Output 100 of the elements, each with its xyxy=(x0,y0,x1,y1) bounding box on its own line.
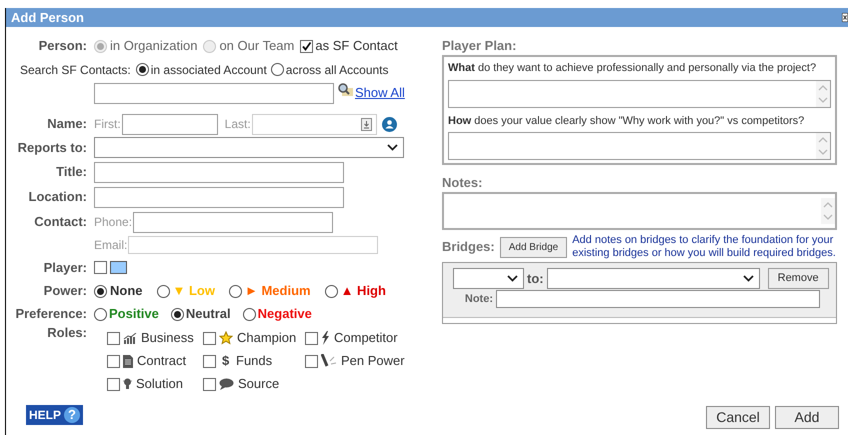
option-label: Contract xyxy=(137,352,186,370)
title-field[interactable] xyxy=(94,162,344,182)
caret-icon xyxy=(742,275,754,282)
field-label: Phone: xyxy=(94,214,132,231)
checkbox[interactable] xyxy=(94,261,107,274)
search-field[interactable] xyxy=(94,82,334,104)
scroll-arrows-icon xyxy=(816,133,830,159)
checkbox[interactable] xyxy=(305,332,318,344)
person-icon[interactable] xyxy=(382,116,397,132)
radio-button[interactable] xyxy=(324,284,338,298)
radio-button[interactable] xyxy=(156,284,170,298)
option-label: Funds xyxy=(236,352,272,370)
field-label: First: xyxy=(94,116,121,133)
speech-bubble-icon xyxy=(219,378,234,390)
radio-button[interactable] xyxy=(94,308,107,320)
dropdown[interactable] xyxy=(546,268,760,289)
option-label: Pen Power xyxy=(341,352,405,370)
checkbox[interactable] xyxy=(107,354,120,368)
dialog-button[interactable]: Add xyxy=(775,406,839,429)
caret-icon xyxy=(507,275,518,282)
field-label: Power: xyxy=(44,283,87,298)
reports-to-dropdown[interactable] xyxy=(94,137,404,158)
option-label: Competitor xyxy=(334,329,398,348)
last-name-field[interactable] xyxy=(252,114,377,134)
caret-icon xyxy=(387,144,398,151)
option-label: Solution xyxy=(136,375,183,394)
checkbox[interactable] xyxy=(203,378,216,390)
option-label: ▲ High xyxy=(340,282,386,300)
window-title: Add Person xyxy=(11,8,84,27)
email-field[interactable] xyxy=(128,236,378,254)
field-label: Note: xyxy=(464,292,493,307)
remove-button[interactable]: Remove xyxy=(768,268,829,289)
checkbox[interactable] xyxy=(107,378,120,390)
option-label: Neutral xyxy=(186,305,231,324)
checkbox[interactable] xyxy=(107,332,120,344)
field-label: Preference: xyxy=(15,306,87,321)
field-label: Email: xyxy=(94,237,128,254)
section-heading: Notes: xyxy=(442,174,484,192)
note-field[interactable] xyxy=(496,290,820,308)
option-label: Negative xyxy=(258,305,312,324)
field-label: Player: xyxy=(44,260,87,274)
scroll-arrows-icon xyxy=(821,198,835,224)
notes-field[interactable] xyxy=(442,192,837,230)
field-label: Location: xyxy=(28,189,87,204)
location-field[interactable] xyxy=(94,186,344,208)
search-icon[interactable] xyxy=(337,82,353,97)
checkbox[interactable] xyxy=(305,354,318,368)
help-button[interactable]: HELP ? xyxy=(26,405,84,425)
checkbox[interactable] xyxy=(203,332,216,344)
option-label: Positive xyxy=(109,305,159,324)
field-label: Title: xyxy=(56,164,87,179)
chart-icon xyxy=(123,332,137,344)
radio-button[interactable] xyxy=(242,308,256,320)
section-heading: Bridges: xyxy=(442,238,495,256)
color-swatch[interactable] xyxy=(110,261,127,274)
dollar-sign: $ xyxy=(222,352,230,370)
pen-icon xyxy=(321,354,337,368)
option-label: in Organization xyxy=(110,37,198,56)
checkbox[interactable] xyxy=(203,354,216,368)
radio-button[interactable] xyxy=(228,284,242,298)
field-label: Reports to: xyxy=(18,140,87,154)
option-label: across all Accounts xyxy=(286,62,389,78)
option-label: as SF Contact xyxy=(315,37,398,56)
lightning-icon xyxy=(321,331,330,345)
document-icon xyxy=(123,354,133,368)
field-label: Name: xyxy=(47,116,87,131)
radio-button[interactable] xyxy=(270,63,284,76)
radio-button[interactable] xyxy=(94,284,107,298)
radio-button[interactable] xyxy=(170,308,184,320)
option-label: ► Medium xyxy=(244,282,311,300)
first-name-field[interactable] xyxy=(122,114,218,134)
show-all-link[interactable]: Show All xyxy=(355,83,405,103)
option-label: Source xyxy=(238,375,280,394)
option-label: in associated Account xyxy=(150,62,267,78)
scroll-arrows-icon xyxy=(816,80,830,106)
section-heading: Player Plan: xyxy=(442,37,518,55)
phone-field[interactable] xyxy=(133,212,334,232)
option-label: Business xyxy=(141,329,194,348)
dialog-button[interactable]: Cancel xyxy=(706,406,770,429)
field-label: to: xyxy=(527,270,544,288)
star-icon xyxy=(219,331,233,345)
field-label: Roles: xyxy=(47,325,87,340)
radio-button[interactable] xyxy=(136,63,149,76)
field-label: Search SF Contacts: xyxy=(20,62,131,78)
close-icon[interactable] xyxy=(842,13,848,22)
question-text: What do they want to achieve professionally and personally via the project? xyxy=(448,61,818,76)
contact-card-icon xyxy=(360,118,372,130)
add-bridge-button[interactable]: Add Bridge xyxy=(500,236,568,258)
hint-text: Add notes on bridges to clarify the foundation for your existing bridges or how you will build required bridges. xyxy=(572,234,837,260)
field-label: Person: xyxy=(38,38,87,53)
field-label: Last: xyxy=(224,116,251,133)
checkbox[interactable] xyxy=(300,40,314,52)
lightbulb-icon xyxy=(123,377,132,391)
answer-field[interactable] xyxy=(448,132,831,160)
answer-field[interactable] xyxy=(448,80,831,108)
option-label: on Our Team xyxy=(219,37,294,56)
dropdown[interactable] xyxy=(453,268,524,289)
option-label: ▼ Low xyxy=(172,282,215,300)
field-label: Contact: xyxy=(34,214,87,229)
question-text: How does your value clearly show "Why work with you?" vs competitors? xyxy=(448,114,806,128)
